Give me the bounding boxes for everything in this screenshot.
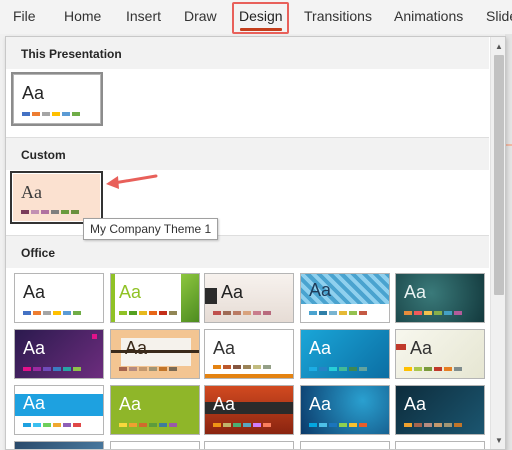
- design-tab-highlight-box: [232, 2, 289, 34]
- section-header-custom: Custom: [6, 138, 489, 170]
- theme-thumbnail-retrospect[interactable]: Aa: [204, 329, 294, 379]
- theme-preview-text: Aa: [119, 282, 142, 302]
- theme-thumbnail-row4-5[interactable]: [395, 441, 485, 449]
- scroll-up-icon[interactable]: ▲: [492, 39, 505, 53]
- theme-thumbnail-row4-1[interactable]: [14, 441, 104, 449]
- tab-animations[interactable]: Animations: [394, 8, 463, 24]
- theme-preview-text: Aa: [221, 282, 244, 302]
- theme-thumbnail-organic[interactable]: Aa: [395, 273, 485, 323]
- section-header-office: Office: [6, 236, 489, 268]
- annotation-arrow-icon: [106, 174, 158, 189]
- section-title: This Presentation: [21, 47, 122, 61]
- ribbon-tab-bar: File Home Insert Draw Design Transitions…: [0, 0, 512, 34]
- theme-tooltip: My Company Theme 1: [83, 218, 219, 240]
- theme-thumbnail-wood-type[interactable]: Aa: [110, 329, 200, 379]
- slide-pane-edge: [505, 34, 512, 450]
- theme-thumbnail-row4-2[interactable]: [110, 441, 200, 449]
- theme-thumbnail-row4-3[interactable]: [204, 441, 294, 449]
- tab-draw[interactable]: Draw: [184, 8, 217, 24]
- theme-preview-text: Aa: [309, 394, 332, 414]
- theme-thumbnail-ion-boardroom[interactable]: Aa: [300, 273, 390, 323]
- theme-thumbnail-facet[interactable]: Aa: [110, 273, 200, 323]
- theme-thumbnail-banded[interactable]: Aa: [395, 329, 485, 379]
- theme-thumbnail-wisp[interactable]: Aa: [110, 385, 200, 435]
- theme-preview-text: Aa: [213, 338, 236, 358]
- theme-preview-text: Aa: [125, 338, 148, 358]
- theme-thumbnail-ion[interactable]: Aa: [14, 329, 104, 379]
- theme-preview-text: Aa: [119, 394, 142, 414]
- theme-preview-text: Aa: [309, 338, 332, 358]
- tab-transitions[interactable]: Transitions: [304, 8, 372, 24]
- theme-preview-text: Aa: [22, 83, 45, 103]
- theme-thumbnail-berlin[interactable]: Aa: [204, 385, 294, 435]
- themes-gallery-dropdown: This Presentation Aa Custom Aa Office Aa…: [5, 36, 506, 450]
- theme-preview-text: Aa: [23, 338, 46, 358]
- theme-thumbnail-current[interactable]: Aa: [13, 74, 101, 124]
- theme-preview-text: Aa: [23, 282, 46, 302]
- theme-preview-text: Aa: [410, 338, 433, 358]
- theme-preview-text: Aa: [21, 182, 42, 202]
- tab-file[interactable]: File: [13, 8, 36, 24]
- theme-thumbnail-gallery[interactable]: Aa: [395, 385, 485, 435]
- theme-preview-text: Aa: [404, 282, 427, 302]
- gallery-scrollbar[interactable]: ▲ ▼: [490, 37, 505, 449]
- scroll-thumb[interactable]: [494, 55, 504, 295]
- section-header-this-presentation: This Presentation: [6, 37, 489, 69]
- theme-thumbnail-celestial[interactable]: Aa: [14, 385, 104, 435]
- theme-preview-text: Aa: [213, 394, 236, 414]
- theme-preview-text: Aa: [23, 393, 46, 413]
- section-title: Custom: [21, 148, 66, 162]
- theme-thumbnail-office[interactable]: Aa: [14, 273, 104, 323]
- theme-thumbnail-row4-4[interactable]: [300, 441, 390, 449]
- section-title: Office: [21, 246, 56, 260]
- tab-home[interactable]: Home: [64, 8, 101, 24]
- scroll-down-icon[interactable]: ▼: [492, 433, 505, 447]
- tab-slide[interactable]: Slide: [486, 8, 512, 24]
- theme-preview-text: Aa: [309, 280, 332, 300]
- theme-preview-text: Aa: [404, 394, 427, 414]
- theme-thumbnail-integral[interactable]: Aa: [204, 273, 294, 323]
- theme-thumbnail-circuit[interactable]: Aa: [300, 385, 390, 435]
- theme-thumbnail-my-company-theme-1[interactable]: Aa: [13, 174, 100, 221]
- tab-insert[interactable]: Insert: [126, 8, 161, 24]
- theme-thumbnail-slice[interactable]: Aa: [300, 329, 390, 379]
